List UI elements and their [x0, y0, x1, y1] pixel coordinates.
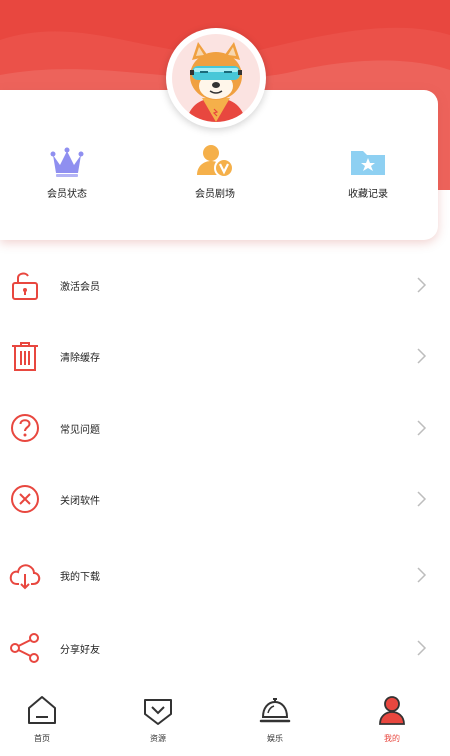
tab-label: 资源 [150, 734, 166, 743]
chevron-right-icon [417, 420, 427, 436]
menu-item-faq[interactable]: 常见问题 [0, 393, 450, 465]
home-icon [28, 696, 56, 724]
user-v-icon [197, 145, 234, 178]
tab-label: 首页 [34, 734, 50, 743]
tab-resources[interactable]: 资源 [118, 694, 198, 744]
chevron-right-icon [417, 277, 427, 293]
resource-icon [144, 699, 172, 725]
quick-action-label: 收藏记录 [348, 189, 388, 200]
menu-item-label: 清除缓存 [60, 353, 100, 364]
chevron-right-icon [417, 348, 427, 364]
menu-item-share-friends[interactable]: 分享好友 [0, 613, 450, 685]
quick-action-favorites[interactable]: 收藏记录 [318, 145, 418, 200]
tab-label: 我的 [384, 734, 400, 743]
crown-icon [50, 147, 84, 177]
menu-item-label: 关闭软件 [60, 496, 100, 507]
bottom-tab-bar: 首页 资源 娱乐 我的 [0, 684, 450, 756]
menu-item-activate-member[interactable]: 激活会员 [0, 250, 450, 322]
folder-star-icon [351, 151, 385, 175]
chevron-right-icon [417, 491, 427, 507]
menu-item-label: 分享好友 [60, 645, 100, 656]
quick-action-member-status[interactable]: 会员状态 [17, 145, 117, 200]
menu-item-my-downloads[interactable]: 我的下载 [0, 540, 450, 612]
chevron-right-icon [417, 640, 427, 656]
share-icon [10, 633, 39, 663]
menu-item-label: 激活会员 [60, 282, 100, 293]
avatar[interactable] [166, 28, 266, 128]
cloud-download-icon [9, 564, 41, 590]
tab-mine[interactable]: 我的 [352, 694, 432, 744]
question-icon [11, 414, 39, 442]
user-icon [379, 696, 405, 725]
tab-home[interactable]: 首页 [2, 694, 82, 744]
quick-action-member-theater[interactable]: 会员剧场 [165, 143, 265, 200]
chevron-right-icon [417, 567, 427, 583]
quick-action-label: 会员剧场 [195, 189, 235, 200]
close-circle-icon [11, 485, 39, 513]
bell-icon [259, 698, 291, 723]
lock-icon [12, 272, 38, 300]
menu-item-clear-cache[interactable]: 清除缓存 [0, 321, 450, 393]
tab-entertainment[interactable]: 娱乐 [235, 694, 315, 744]
menu-item-label: 我的下载 [60, 572, 100, 583]
quick-action-label: 会员状态 [47, 189, 87, 200]
trash-icon [12, 342, 38, 371]
menu-item-close-app[interactable]: 关闭软件 [0, 464, 450, 536]
tab-label: 娱乐 [267, 734, 283, 743]
menu-item-label: 常见问题 [60, 425, 100, 436]
shiba-avatar-icon [186, 42, 246, 122]
